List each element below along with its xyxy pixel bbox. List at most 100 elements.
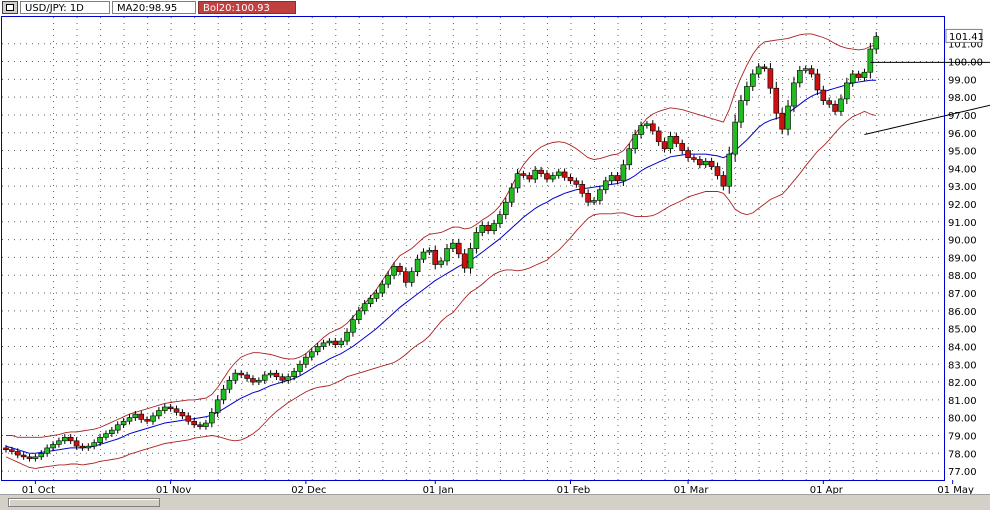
candle-down — [485, 225, 491, 231]
candle-up — [355, 310, 362, 321]
y-tick-label: 91.00 — [948, 218, 977, 229]
candle-down — [432, 249, 439, 265]
candle-up — [667, 136, 674, 150]
candle-up — [838, 98, 844, 112]
candle-up — [379, 283, 386, 294]
candle-down — [579, 184, 586, 194]
candle-down — [773, 87, 780, 114]
candle-up — [844, 82, 850, 100]
candle-up — [702, 160, 709, 166]
candle-up — [467, 248, 474, 269]
candle-up — [608, 175, 615, 182]
scrollbar-thumb[interactable] — [8, 498, 160, 507]
candle-up — [785, 105, 791, 130]
y-tick-label: 99.00 — [948, 75, 977, 86]
candle-down — [520, 173, 527, 176]
candle-up — [555, 171, 562, 176]
candle-up — [109, 429, 115, 434]
candle-up — [256, 379, 262, 383]
candle-up — [326, 340, 333, 344]
candle-down — [761, 66, 768, 69]
candle-up — [161, 406, 168, 411]
candle-down — [655, 130, 662, 142]
y-tick-label: 83.00 — [948, 360, 977, 371]
candle-up — [426, 249, 433, 253]
candle-down — [179, 412, 186, 417]
candle-down — [649, 123, 656, 132]
candle-down — [167, 406, 174, 410]
y-tick-label: 93.00 — [948, 182, 977, 193]
candle-up — [861, 71, 868, 78]
candle-up — [267, 372, 274, 376]
candle-up — [791, 82, 797, 107]
x-tick-label: 01 Oct — [22, 485, 55, 494]
candle-up — [132, 413, 139, 418]
x-tick-label: 01 Jan — [423, 485, 454, 494]
candle-up — [156, 410, 162, 417]
candle-up — [350, 319, 356, 333]
candle-up — [220, 388, 227, 401]
y-tick-label: 89.00 — [948, 253, 977, 264]
candle-up — [532, 169, 539, 180]
y-tick-label: 98.00 — [948, 93, 977, 104]
candle-up — [97, 436, 103, 443]
chart-window: USD/JPY: 1D MA20:98.95 Bol20:100.93 77.0… — [0, 0, 990, 510]
candle-up — [644, 123, 650, 126]
candle-down — [573, 180, 580, 185]
y-tick-label: 97.00 — [948, 111, 977, 122]
candle-up — [597, 189, 603, 201]
x-tick-label: 01 Nov — [156, 485, 192, 494]
candle-up — [738, 100, 744, 123]
candle-up — [285, 376, 292, 381]
candle-down — [403, 271, 409, 283]
y-tick-label: 82.00 — [948, 378, 977, 389]
candle-up — [408, 271, 415, 283]
candle-up — [261, 374, 268, 381]
candle-up — [214, 399, 221, 413]
candle-down — [397, 266, 403, 272]
candle-up — [291, 371, 297, 378]
candle-up — [85, 445, 92, 449]
candle-down — [832, 103, 838, 112]
candle-up — [602, 180, 609, 191]
y-tick-label: 100.00 — [948, 58, 983, 69]
candle-up — [726, 153, 733, 187]
y-tick-label: 79.00 — [948, 431, 977, 442]
candle-down — [691, 157, 697, 160]
candle-up — [120, 420, 127, 426]
candle-up — [620, 164, 627, 182]
candle-up — [438, 260, 444, 265]
candle-up — [849, 73, 856, 84]
candle-down — [20, 454, 27, 458]
candle-down — [779, 112, 785, 130]
x-tick-label: 01 May — [937, 485, 974, 494]
candle-up — [297, 363, 303, 372]
candle-down — [526, 175, 533, 180]
candle-down — [3, 447, 9, 451]
candle-up — [203, 422, 209, 427]
horizontal-scrollbar[interactable] — [0, 494, 990, 510]
candle-down — [138, 413, 145, 420]
y-tick-label: 92.00 — [948, 200, 977, 211]
y-tick-label: 86.00 — [948, 307, 977, 318]
candle-up — [873, 36, 880, 50]
candle-up — [150, 415, 156, 422]
candle-up — [491, 223, 497, 231]
candle-down — [697, 159, 703, 166]
candle-up — [367, 298, 374, 305]
candle-down — [814, 73, 821, 91]
candle-down — [79, 445, 86, 449]
candle-down — [808, 68, 815, 75]
x-tick-label: 02 Dec — [291, 485, 326, 494]
y-tick-label: 77.00 — [948, 467, 977, 478]
y-tick-label: 81.00 — [948, 396, 977, 407]
candle-up — [479, 225, 486, 233]
candle-up — [732, 121, 738, 155]
candle-down — [538, 169, 544, 175]
x-tick-label: 01 Mar — [674, 485, 710, 494]
candle-down — [561, 171, 568, 178]
candle-down — [273, 372, 280, 378]
candle-down — [585, 192, 591, 203]
candle-up — [232, 372, 239, 381]
candle-up — [550, 175, 556, 180]
